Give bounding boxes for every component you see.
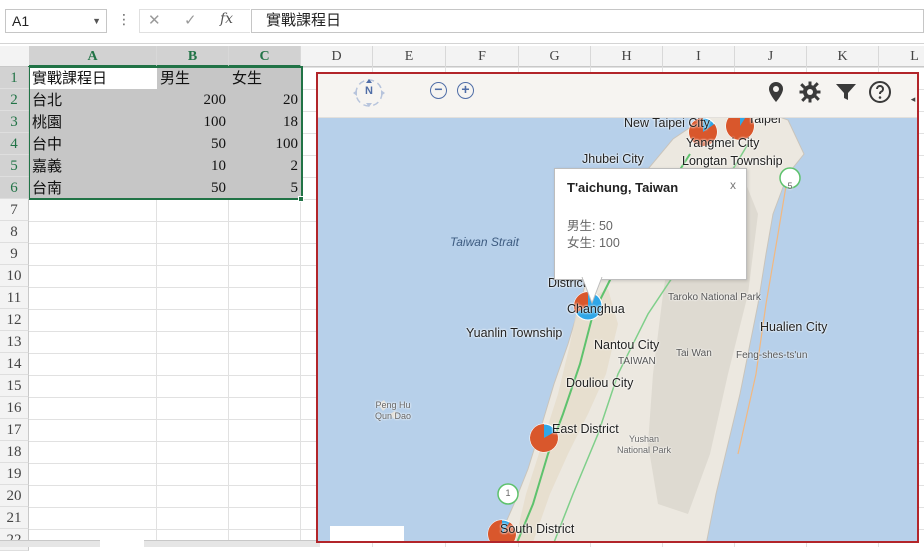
- column-header-j[interactable]: J: [735, 46, 807, 67]
- route-1-label: 1: [505, 488, 511, 498]
- column-header-f[interactable]: F: [446, 46, 519, 67]
- question-icon[interactable]: [868, 80, 892, 104]
- row-header-9[interactable]: 9: [0, 243, 29, 265]
- tooltip-female-value: 100: [598, 236, 620, 250]
- column-header-e[interactable]: E: [373, 46, 446, 67]
- label-taroko: Taroko National Park: [668, 292, 761, 303]
- column-header-g[interactable]: G: [519, 46, 591, 67]
- selection-border: [28, 66, 303, 200]
- column-header-k[interactable]: K: [807, 46, 879, 67]
- label-east-district: East District: [552, 422, 619, 436]
- row-header-3[interactable]: 3: [0, 111, 29, 133]
- row-header-12[interactable]: 12: [0, 309, 29, 331]
- row-header-15[interactable]: 15: [0, 375, 29, 397]
- filter-icon[interactable]: [834, 80, 858, 104]
- row-header-18[interactable]: 18: [0, 441, 29, 463]
- column-header-d[interactable]: D: [301, 46, 373, 67]
- row-header-6[interactable]: 6: [0, 177, 29, 199]
- label-yushan: Yushan National Park: [616, 434, 672, 455]
- row-header-7[interactable]: 7: [0, 199, 29, 221]
- cancel-icon[interactable]: ✕: [148, 11, 161, 29]
- column-headers: ABCDEFGHIJKL: [0, 46, 924, 67]
- zoom-out-button[interactable]: −: [430, 82, 447, 99]
- column-header-h[interactable]: H: [591, 46, 663, 67]
- compass-north-label: N: [365, 85, 373, 97]
- formula-input[interactable]: 實戰課程日: [251, 9, 924, 33]
- column-header-c[interactable]: C: [229, 46, 301, 67]
- column-header-a[interactable]: A: [29, 46, 157, 67]
- name-box[interactable]: A1 ▼: [5, 9, 107, 33]
- chevron-down-icon[interactable]: ▼: [92, 10, 101, 32]
- more-icon[interactable]: ⋮: [117, 11, 131, 28]
- sheet-tab[interactable]: [100, 540, 144, 547]
- label-south-district: South District: [500, 522, 575, 536]
- map-toolbar: N − + ◂: [318, 74, 917, 118]
- label-tai-wan: Tai Wan: [676, 348, 712, 359]
- map-attribution: [330, 526, 404, 541]
- map-tooltip: T'aichung, Taiwan x 男生: 50 女生: 100: [554, 168, 747, 280]
- row-header-19[interactable]: 19: [0, 463, 29, 485]
- row-header-17[interactable]: 17: [0, 419, 29, 441]
- row-header-4[interactable]: 4: [0, 133, 29, 155]
- enter-icon[interactable]: ✓: [184, 11, 197, 29]
- label-longtan: Longtan Township: [682, 154, 783, 168]
- tooltip-pointer: [581, 277, 603, 305]
- name-box-value: A1: [12, 13, 30, 29]
- sheet-tab-bar: [0, 540, 320, 547]
- tooltip-male-value: 50: [598, 219, 613, 233]
- column-header-b[interactable]: B: [157, 46, 229, 67]
- row-header-10[interactable]: 10: [0, 265, 29, 287]
- row-header-14[interactable]: 14: [0, 353, 29, 375]
- label-taiwan-strait: Taiwan Strait: [450, 235, 519, 249]
- row-header-20[interactable]: 20: [0, 485, 29, 507]
- row-header-21[interactable]: 21: [0, 507, 29, 529]
- route-5-label: 5: [787, 181, 793, 191]
- map-chart[interactable]: New Taipei City Taipei Yangmei City Jhub…: [316, 72, 919, 543]
- row-header-13[interactable]: 13: [0, 331, 29, 353]
- label-douliou: Douliou City: [566, 376, 634, 390]
- row-header-8[interactable]: 8: [0, 221, 29, 243]
- gear-icon[interactable]: [798, 80, 822, 104]
- collapse-panel-button[interactable]: ◂: [908, 84, 917, 114]
- label-penghu: Peng Hu Qun Dao: [374, 400, 412, 421]
- formula-bar: A1 ▼ ⋮ ✕ ✓ fx 實戰課程日: [0, 0, 924, 44]
- tooltip-title: T'aichung, Taiwan: [567, 180, 679, 195]
- row-header-11[interactable]: 11: [0, 287, 29, 309]
- map-pin-icon[interactable]: [764, 80, 788, 104]
- label-new-taipei: New Taipei City: [624, 116, 710, 130]
- tooltip-row-female: 女生: 100: [567, 232, 620, 251]
- label-yangmei: Yangmei City: [686, 136, 760, 150]
- tooltip-close-button[interactable]: x: [730, 178, 736, 192]
- label-jhubei: Jhubei City: [582, 152, 644, 166]
- label-fengshe: Feng-shes-ts'un: [736, 350, 808, 361]
- row-header-5[interactable]: 5: [0, 155, 29, 177]
- row-header-1[interactable]: 1: [0, 67, 29, 89]
- tooltip-male-label: 男生:: [567, 219, 596, 233]
- row-header-16[interactable]: 16: [0, 397, 29, 419]
- tooltip-female-label: 女生:: [567, 236, 596, 250]
- fill-handle[interactable]: [298, 196, 304, 202]
- column-header-i[interactable]: I: [663, 46, 735, 67]
- row-header-2[interactable]: 2: [0, 89, 29, 111]
- column-header-l[interactable]: L: [879, 46, 924, 67]
- label-nantou: Nantou City: [594, 338, 660, 352]
- label-hualien: Hualien City: [760, 320, 828, 334]
- zoom-in-button[interactable]: +: [457, 82, 474, 99]
- label-taiwan: TAIWAN: [618, 356, 656, 367]
- insert-function-button[interactable]: fx: [220, 11, 233, 27]
- label-yuanlin: Yuanlin Township: [466, 326, 563, 340]
